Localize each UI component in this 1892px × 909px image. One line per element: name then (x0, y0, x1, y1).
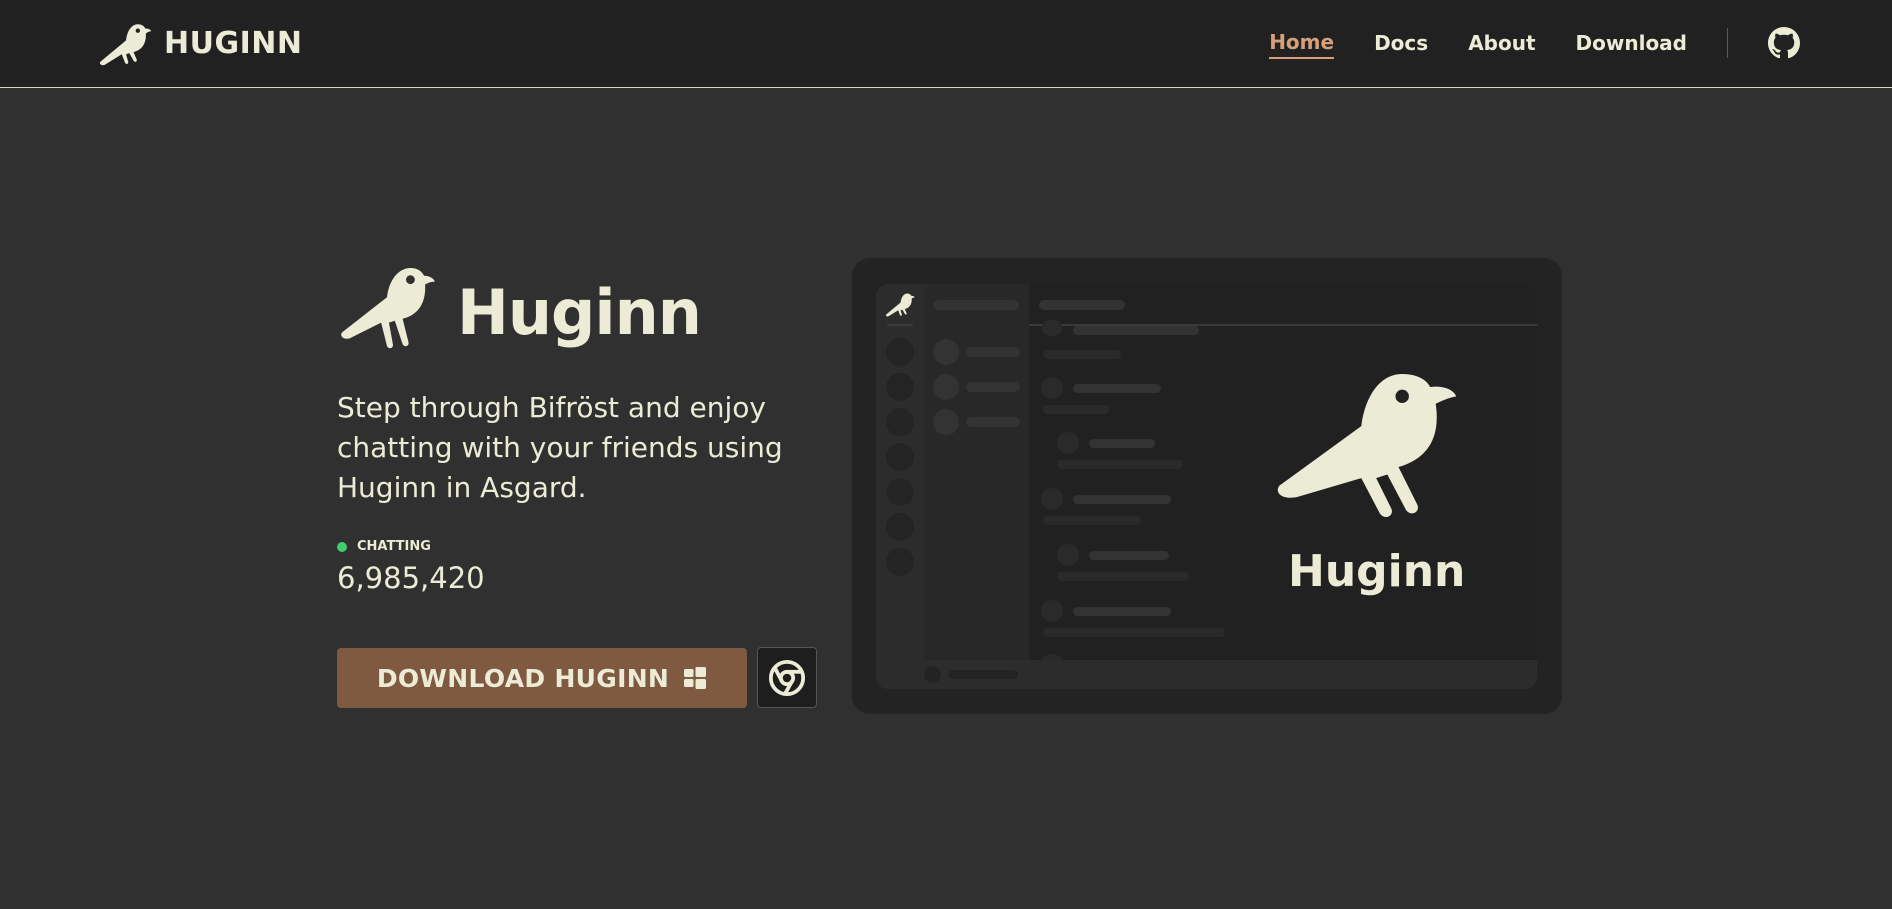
preview-placeholder-bar (1073, 607, 1171, 616)
nav-download-link[interactable]: Download (1576, 31, 1687, 58)
preview-placeholder-bar (1043, 628, 1225, 637)
preview-placeholder-avatar (933, 409, 959, 435)
preview-placeholder-avatar (1041, 320, 1063, 336)
preview-placeholder-avatar (1057, 544, 1079, 566)
preview-placeholder-avatar (924, 666, 941, 683)
preview-server-placeholder (886, 408, 914, 436)
preview-placeholder-avatar (1041, 600, 1063, 622)
download-button[interactable]: DOWNLOAD HUGINN (337, 648, 747, 708)
nav-about-link[interactable]: About (1468, 31, 1535, 58)
windows-icon (684, 667, 707, 689)
preview-placeholder-bar (1073, 326, 1199, 335)
preview-server-placeholder (886, 373, 914, 401)
preview-placeholder-avatar (1041, 377, 1063, 399)
download-button-label: DOWNLOAD HUGINN (376, 663, 670, 693)
preview-placeholder-bar (966, 417, 1020, 427)
preview-server-placeholder (886, 513, 914, 541)
hero-raven-icon (341, 267, 435, 349)
chrome-icon (768, 659, 806, 696)
preview-channel-list (924, 284, 1029, 660)
browser-button[interactable] (757, 647, 817, 708)
hero-description: Step through Bifröst and enjoy chatting … (337, 391, 783, 504)
preview-placeholder-bar (1073, 495, 1171, 504)
github-icon[interactable] (1768, 27, 1800, 59)
status-dot (337, 541, 347, 552)
preview-placeholder-avatar (1057, 432, 1079, 454)
preview-server-placeholder (886, 548, 914, 576)
preview-footer (924, 660, 1537, 689)
preview-placeholder-avatar (933, 339, 959, 365)
preview-placeholder-bar (1057, 572, 1189, 581)
hero-title: Huginn (457, 276, 702, 349)
preview-placeholder-bar (1073, 384, 1161, 393)
status-label: CHATTING (357, 539, 431, 554)
chatting-status: CHATTING (337, 539, 431, 554)
preview-server-placeholder (886, 478, 914, 506)
preview-server-placeholder (886, 443, 914, 471)
preview-placeholder-bar (1089, 439, 1155, 448)
preview-placeholder-bar (1043, 516, 1141, 525)
brand[interactable]: HUGINN (98, 20, 302, 66)
brand-name: HUGINN (164, 25, 303, 61)
preview-rail-separator (887, 324, 913, 326)
preview-raven-icon (885, 293, 915, 317)
preview-placeholder-bar (1089, 551, 1169, 560)
preview-placeholder-bar (1043, 405, 1109, 414)
preview-placeholder-bar (1057, 460, 1183, 469)
preview-big-raven-icon (1277, 374, 1457, 518)
preview-placeholder-bar (966, 382, 1020, 392)
nav-docs-link[interactable]: Docs (1374, 31, 1428, 58)
preview-placeholder-avatar (933, 374, 959, 400)
nav-home-link[interactable]: Home (1269, 30, 1335, 59)
preview-title: Huginn (1288, 546, 1466, 597)
raven-icon (99, 24, 152, 66)
preview-placeholder-bar (1043, 350, 1121, 359)
preview-placeholder-bar (1039, 300, 1125, 310)
chatting-count: 6,985,420 (337, 561, 485, 595)
preview-placeholder-avatar (1041, 488, 1063, 510)
preview-placeholder-bar (948, 670, 1018, 679)
preview-placeholder-bar (966, 347, 1020, 357)
preview-server-placeholder (886, 338, 914, 366)
nav-links: Home Docs About Download (1229, 0, 1687, 88)
navbar: HUGINN Home Docs About Download (0, 0, 1892, 88)
preview-placeholder-bar (933, 300, 1019, 310)
preview-server-rail (876, 284, 924, 689)
nav-divider (1727, 28, 1728, 58)
